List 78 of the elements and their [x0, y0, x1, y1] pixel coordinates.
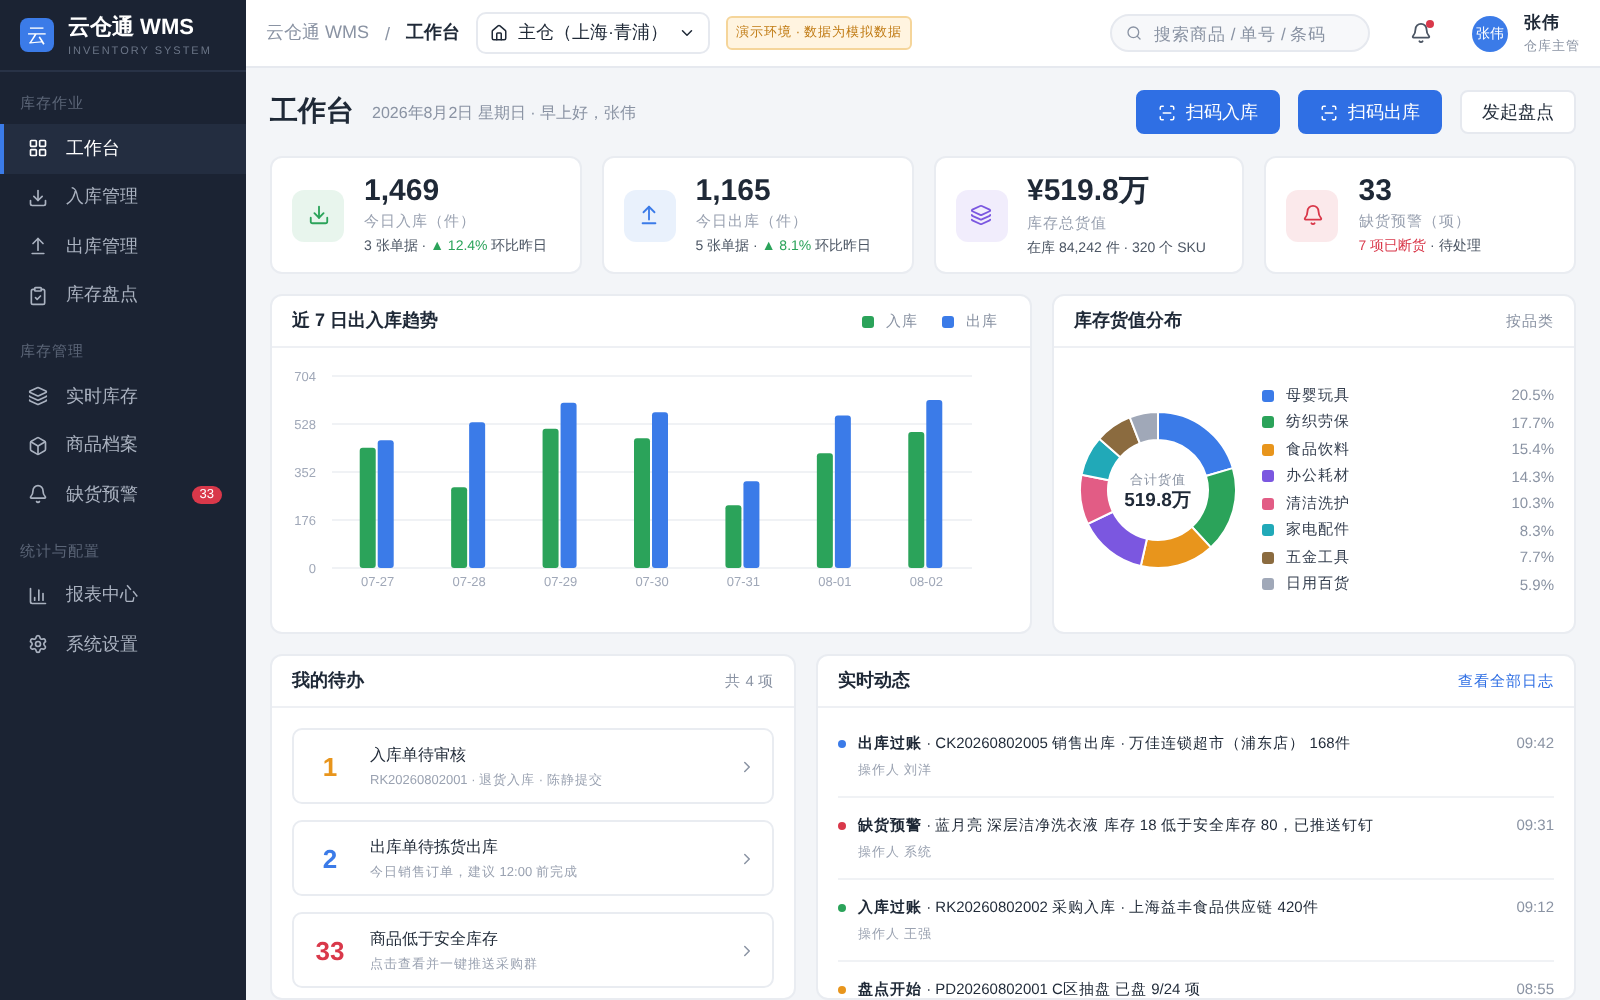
donut-slice — [1080, 437, 1122, 482]
nav-label: 报表中心 — [66, 582, 140, 609]
stat-value: ¥519.8万 — [1027, 172, 1151, 210]
bar — [743, 481, 760, 568]
download-icon — [28, 187, 48, 208]
stat-value: 1,469 — [364, 174, 442, 208]
search-icon — [1126, 24, 1143, 42]
scan-icon — [1158, 103, 1176, 121]
stat-value: 33 — [1358, 174, 1394, 208]
page-subtitle: 2026年8月2日 星期日 · 早上好，张伟 — [372, 101, 637, 123]
todo-number: 1 — [320, 751, 340, 781]
nav-label: 出库管理 — [66, 233, 140, 260]
legend-swatch — [862, 315, 874, 327]
bell-icon — [28, 484, 48, 505]
nav-label: 工作台 — [66, 135, 122, 162]
card-title: 近 7 日出入库趋势 — [292, 308, 441, 334]
house-icon — [490, 24, 509, 42]
action-button[interactable]: 发起盘点 — [1460, 90, 1576, 134]
card-title: 我的待办 — [292, 668, 367, 694]
app-logo: 云 — [20, 18, 54, 52]
search-field[interactable]: 搜索商品 / 单号 / 条码 — [1110, 14, 1370, 52]
todo-title: 入库单待审核 — [370, 743, 468, 765]
todo-number: 2 — [320, 843, 340, 873]
nav-label: 系统设置 — [66, 631, 140, 658]
box-icon — [28, 435, 48, 456]
nav-item[interactable]: 库存盘点 — [0, 271, 246, 320]
todo-number: 33 — [313, 935, 347, 965]
nav-item[interactable]: 报表中心 — [0, 571, 246, 620]
scan-icon — [1320, 103, 1338, 121]
donut-center-value: 519.8万 — [1124, 490, 1192, 512]
nav-item[interactable]: 工作台 — [0, 124, 246, 173]
notification-icon[interactable] — [1410, 22, 1432, 44]
action-button[interactable]: 扫码入库 — [1136, 90, 1280, 134]
bar — [725, 505, 742, 568]
nav-item[interactable]: 入库管理 — [0, 173, 246, 222]
warehouse-selector[interactable]: 主仓（上海·青浦） — [476, 12, 711, 54]
user-name: 张伟 — [1524, 11, 1562, 35]
todo-title: 出库单待拣货出库 — [370, 835, 500, 857]
breadcrumb-item: 工作台 — [406, 20, 461, 46]
settings-icon — [28, 634, 48, 655]
layers-icon — [28, 386, 48, 407]
card-title: 库存货值分布 — [1074, 308, 1184, 334]
chevron-right-icon — [738, 849, 756, 867]
page-title: 工作台 — [270, 94, 354, 130]
grid-icon — [28, 138, 48, 159]
nav-label: 缺货预警 — [66, 481, 140, 508]
nav-item[interactable]: 系统设置 — [0, 620, 246, 669]
chevron-down-icon — [678, 24, 697, 42]
bar — [359, 447, 376, 568]
app-name: 云仓通 WMS — [68, 13, 196, 42]
bar — [908, 431, 925, 568]
nav-label: 入库管理 — [66, 184, 140, 211]
nav-item[interactable]: 商品档案 — [0, 421, 246, 470]
nav-item[interactable]: 实时库存 — [0, 372, 246, 421]
card-title: 实时动态 — [838, 668, 912, 694]
download-icon — [307, 204, 329, 226]
bar — [377, 440, 394, 568]
legend-swatch — [942, 315, 954, 327]
nav-label: 实时库存 — [66, 383, 140, 410]
bar-chart-icon — [28, 585, 48, 606]
bell-icon — [1301, 204, 1324, 226]
clipboard-icon — [28, 285, 48, 306]
bar — [816, 453, 833, 568]
chevron-right-icon — [738, 757, 756, 775]
todo-title: 商品低于安全库存 — [370, 927, 500, 949]
chevron-right-icon — [738, 941, 756, 959]
bar — [542, 428, 559, 568]
action-button[interactable]: 扫码出库 — [1298, 90, 1442, 134]
donut-slice — [1098, 416, 1141, 459]
upload-icon — [28, 236, 48, 257]
nav-label: 商品档案 — [66, 432, 140, 459]
upload-icon — [638, 204, 661, 226]
search-input[interactable]: 搜索商品 / 单号 / 条码 — [1150, 21, 1354, 45]
nav-label: 库存盘点 — [66, 282, 140, 309]
stat-value: 1,165 — [695, 174, 773, 208]
breadcrumb-separator: / — [385, 23, 391, 43]
nav-item[interactable]: 出库管理 — [0, 222, 246, 271]
layers-icon — [970, 204, 992, 226]
